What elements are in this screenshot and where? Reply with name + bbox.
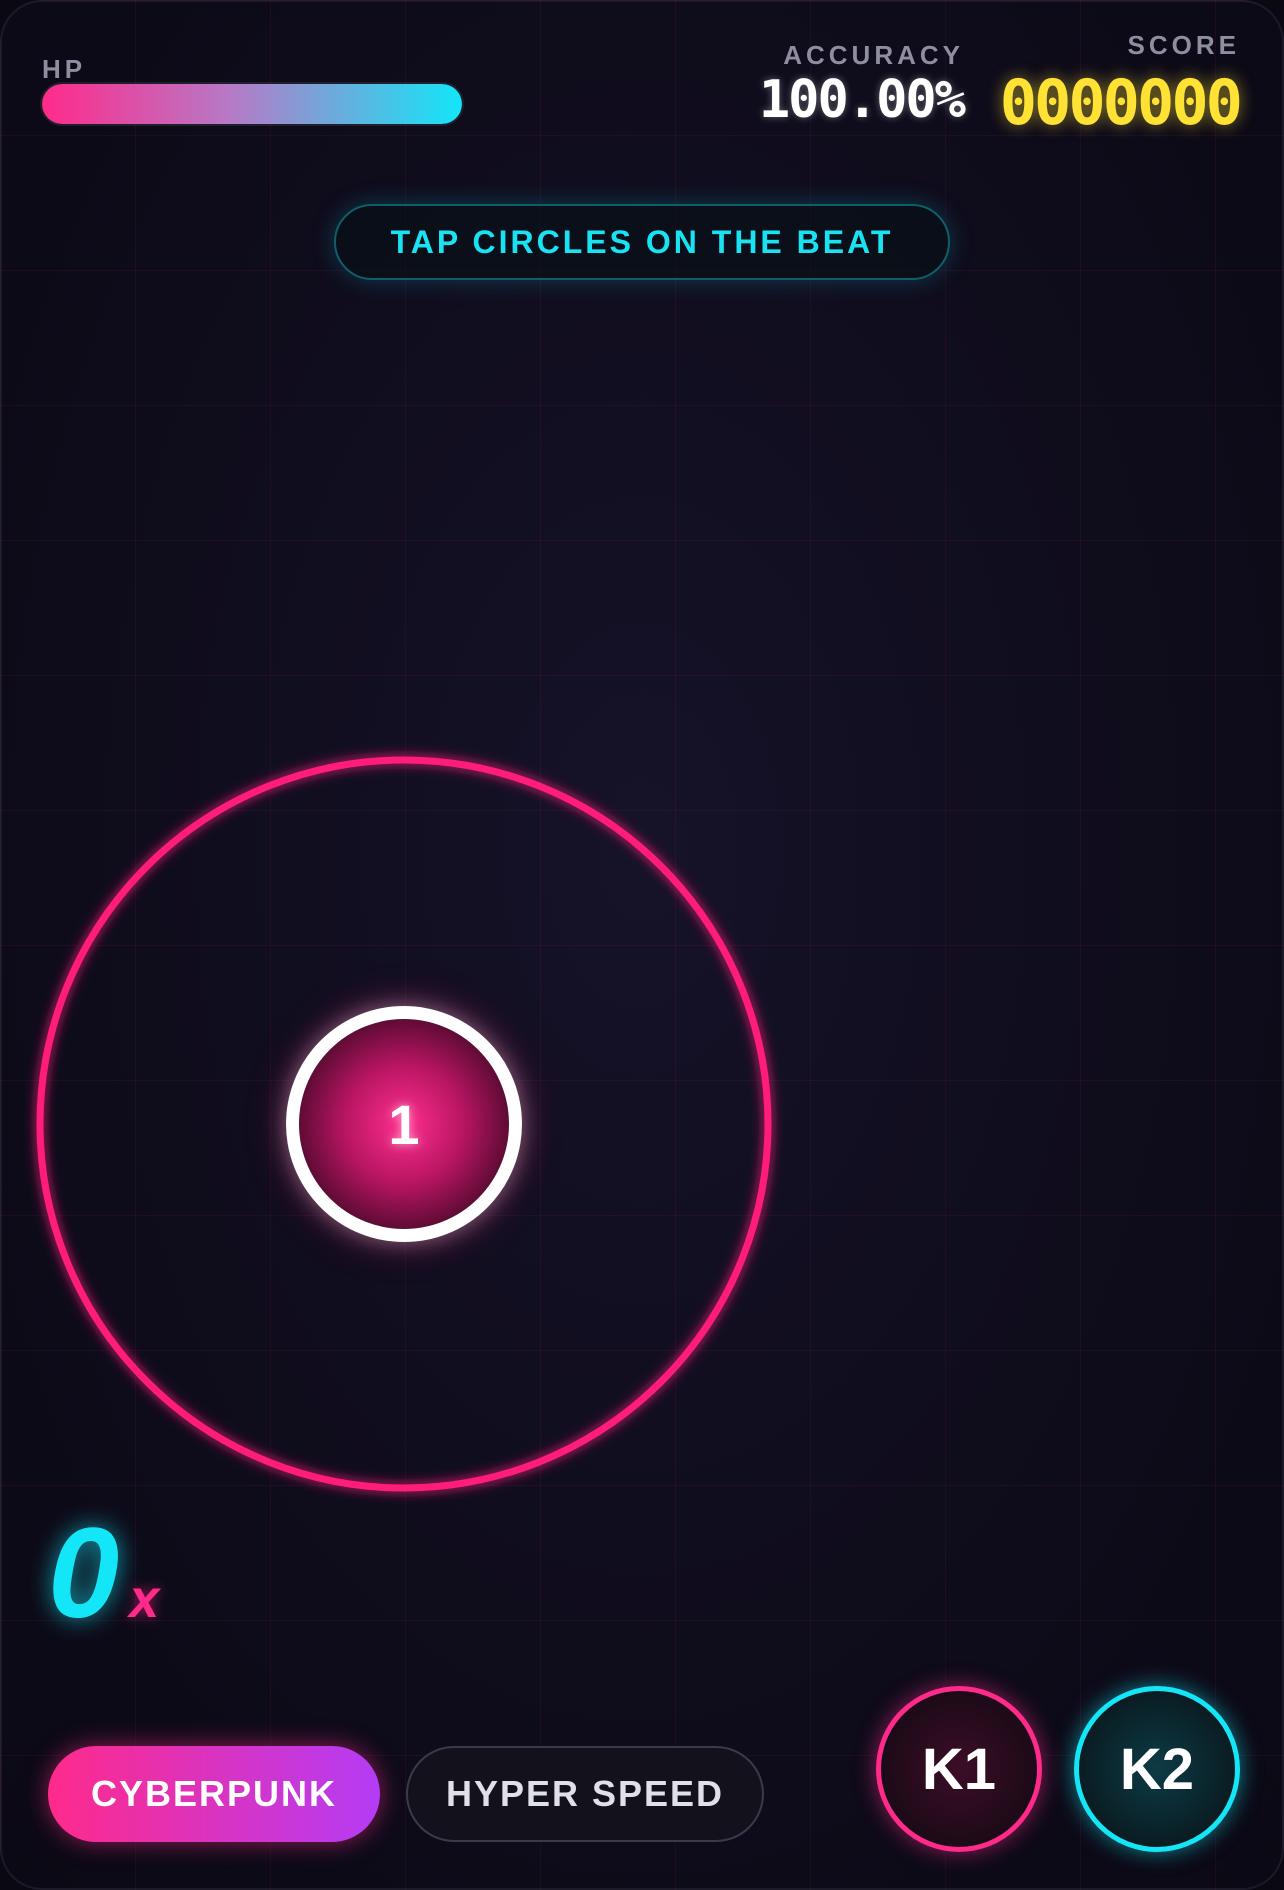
accuracy-value: 100.00%	[758, 70, 966, 130]
hit-circle-number: 1	[388, 1092, 420, 1156]
key-k1-button[interactable]: K1	[876, 1686, 1042, 1852]
hint-banner: TAP CIRCLES ON THE BEAT	[334, 204, 950, 280]
combo-suffix: x	[129, 1569, 160, 1629]
hp-bar	[42, 84, 462, 124]
hp-label: HP	[42, 54, 87, 84]
cyberpunk-mode-button[interactable]: CYBERPUNK	[48, 1746, 380, 1842]
score-label: SCORE	[1127, 30, 1240, 60]
combo-counter: 0 x	[48, 1500, 159, 1647]
hit-circle[interactable]: 1	[286, 1006, 522, 1242]
key-k2-button[interactable]: K2	[1074, 1686, 1240, 1852]
score-value: 0000000	[999, 66, 1243, 139]
game-screen[interactable]: HP ACCURACY 100.00% SCORE 0000000 TAP CI…	[0, 0, 1284, 1890]
hyper-speed-mode-button[interactable]: HYPER SPEED	[406, 1746, 764, 1842]
accuracy-label: ACCURACY	[783, 40, 964, 70]
combo-count: 0	[48, 1502, 120, 1645]
hp-bar-fill	[42, 84, 462, 124]
background-grid	[0, 0, 1284, 1890]
